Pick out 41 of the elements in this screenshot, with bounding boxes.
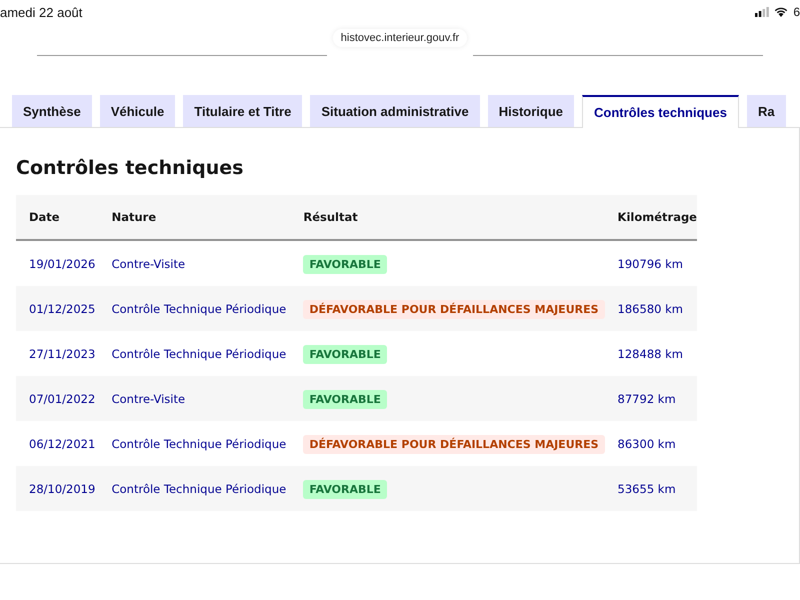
tab[interactable]: Ra	[746, 95, 786, 127]
column-header: Kilométrage	[604, 195, 697, 240]
tab[interactable]: Situation administrative	[310, 95, 480, 127]
table-cell: 87792 km	[618, 392, 676, 406]
table-cell: Contre-Visite	[112, 256, 186, 270]
table-cell: 01/12/2025	[29, 302, 96, 316]
status-date: amedi 22 août	[0, 4, 82, 20]
battery-percentage: 6	[793, 5, 800, 19]
signal-icon	[755, 7, 770, 17]
table-cell: 28/10/2019	[29, 482, 96, 496]
table-cell: 86300 km	[618, 436, 676, 450]
table-cell: 190796 km	[618, 256, 683, 270]
table-cell: 186580 km	[618, 302, 683, 316]
column-header: Nature	[98, 195, 290, 240]
table-cell: Contrôle Technique Périodique	[112, 482, 286, 496]
table-cell: 07/01/2022	[29, 392, 96, 406]
table-cell: Contrôle Technique Périodique	[112, 302, 286, 316]
tab[interactable]: Titulaire et Titre	[183, 95, 302, 127]
result-badge: FAVORABLE	[303, 390, 387, 408]
table-cell: Contre-Visite	[112, 392, 186, 406]
tab[interactable]: Historique	[488, 95, 574, 127]
table-cell: 53655 km	[618, 482, 676, 496]
column-header: Résultat	[290, 195, 605, 240]
result-badge: FAVORABLE	[303, 480, 387, 498]
tab[interactable]: Véhicule	[100, 95, 176, 127]
result-badge: DÉFAVORABLE POUR DÉFAILLANCES MAJEURES	[303, 300, 605, 318]
table-cell: 06/12/2021	[29, 436, 96, 450]
result-badge: FAVORABLE	[303, 344, 387, 364]
tab[interactable]: Contrôles techniques	[582, 95, 739, 128]
table-cell: 128488 km	[618, 346, 683, 360]
url-address[interactable]: histovec.interieur.gouv.fr	[332, 29, 468, 47]
column-header: Date	[16, 195, 99, 240]
table-cell: 27/11/2023	[29, 346, 96, 360]
table-cell: 19/01/2026	[29, 256, 96, 270]
table-cell: Contrôle Technique Périodique	[112, 346, 286, 360]
result-badge: DÉFAVORABLE POUR DÉFAILLANCES MAJEURES	[303, 434, 605, 454]
wifi-icon	[774, 7, 788, 17]
section-title: Contrôles techniques	[16, 157, 244, 179]
table-cell: Contrôle Technique Périodique	[112, 436, 286, 450]
tab[interactable]: Synthèse	[12, 95, 92, 127]
result-badge: FAVORABLE	[303, 254, 387, 274]
